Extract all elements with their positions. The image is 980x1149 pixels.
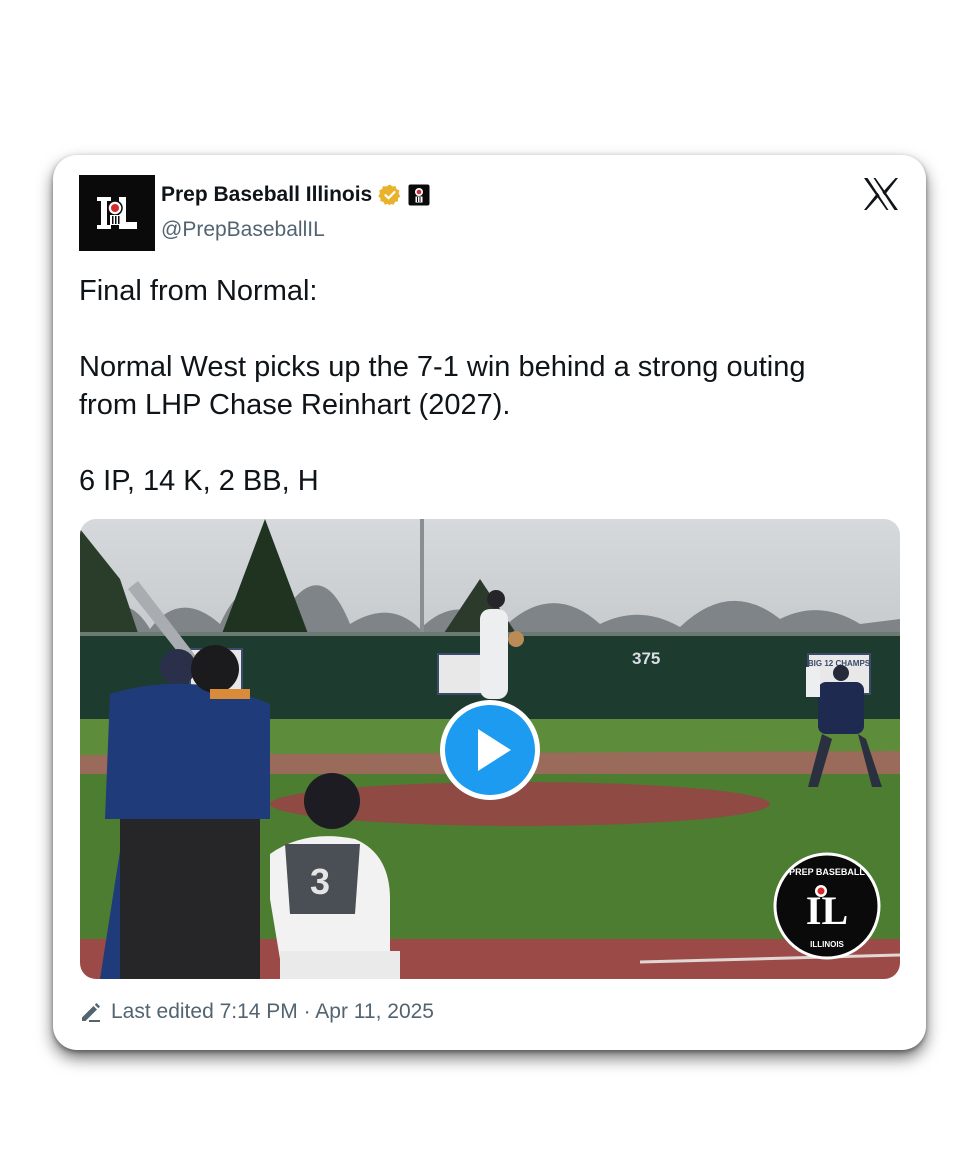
tweet-line-3: 6 IP, 14 K, 2 BB, H — [79, 465, 319, 497]
tweet-body: Final from Normal: Normal West picks up … — [79, 272, 899, 500]
affiliate-badge-icon[interactable] — [408, 184, 430, 206]
verified-badge-icon — [378, 184, 401, 206]
fence-distance-marker: 375 — [632, 649, 660, 668]
tweet-footer: Last edited 7:14 PM · Apr 11, 2025 — [79, 1000, 434, 1024]
account-name[interactable]: Prep Baseball Illinois — [161, 183, 372, 207]
account-avatar[interactable] — [79, 175, 155, 251]
tweet-video[interactable]: BIG 12 CHAMPS 375 3 PREP BASEBALL IL ILL… — [80, 519, 900, 979]
tweet-line-2b: from LHP Chase Reinhart (2027). — [79, 389, 511, 421]
tweet-line-2a: Normal West picks up the 7-1 win behind … — [79, 351, 806, 383]
tweet-card: Prep Baseball Illinois @PrepBaseballIL F… — [53, 155, 926, 1050]
svg-text:PREP BASEBALL: PREP BASEBALL — [789, 867, 865, 877]
play-icon[interactable] — [437, 697, 543, 803]
x-logo-icon[interactable] — [863, 177, 899, 211]
svg-text:3: 3 — [310, 861, 330, 902]
account-name-row[interactable]: Prep Baseball Illinois — [161, 183, 430, 207]
account-handle[interactable]: @PrepBaseballIL — [161, 218, 325, 242]
last-edited-timestamp[interactable]: Last edited 7:14 PM · Apr 11, 2025 — [111, 1000, 434, 1024]
il-logo-icon — [79, 175, 155, 251]
tweet-line-1: Final from Normal: — [79, 275, 318, 307]
svg-text:ILLINOIS: ILLINOIS — [810, 940, 844, 949]
pencil-icon — [82, 1003, 100, 1022]
svg-text:IL: IL — [806, 888, 848, 933]
